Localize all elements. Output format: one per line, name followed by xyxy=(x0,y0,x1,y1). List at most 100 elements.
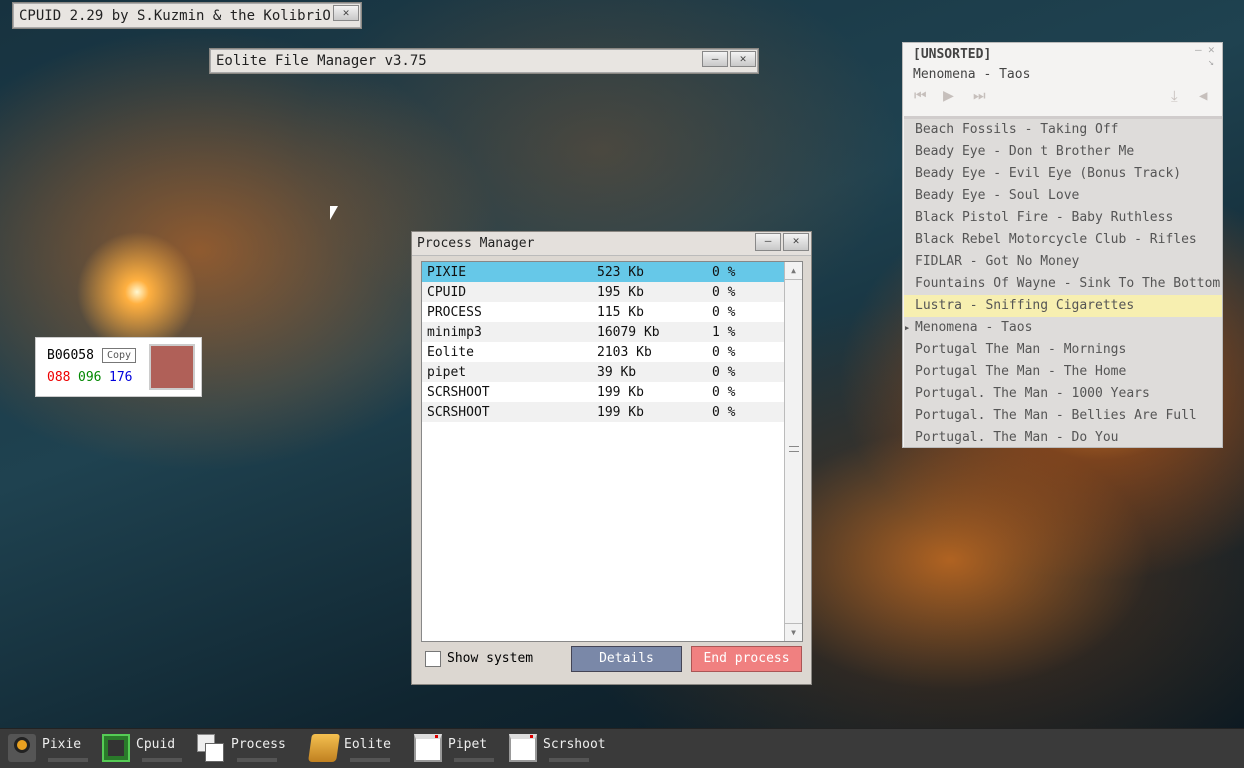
taskbar-item-pixie[interactable]: Pixie xyxy=(8,731,88,765)
track-title: Beady Eye - Don t Brother Me xyxy=(915,144,1135,159)
table-row[interactable]: Eolite 2103 Kb 0 % xyxy=(422,342,784,362)
process-memory: 199 Kb xyxy=(597,404,644,420)
playlist-item[interactable]: Portugal. The Man - 1000 Years xyxy=(904,383,1222,405)
chip-icon xyxy=(102,734,130,762)
process-cpu: 0 % xyxy=(712,284,736,300)
minimize-button[interactable]: – xyxy=(755,233,781,251)
playlist-item[interactable]: Lustra - Sniffing Cigarettes xyxy=(904,295,1222,317)
process-titlebar[interactable]: Process Manager xyxy=(412,232,811,256)
process-memory: 115 Kb xyxy=(597,304,644,320)
cpuid-window[interactable]: CPUID 2.29 by S.Kuzmin & the KolibriO ✕ xyxy=(12,2,362,29)
music-player[interactable]: [UNSORTED] – ✕ ↘ Menomena - Taos ⏮ ▶ ⏭ ⤓… xyxy=(902,42,1223,448)
blue-value: 176 xyxy=(109,370,133,385)
taskbar-indicator xyxy=(237,758,277,762)
taskbar-item-cpuid[interactable]: Cpuid xyxy=(102,731,182,765)
taskbar-indicator xyxy=(48,758,88,762)
minimize-icon[interactable]: – xyxy=(1195,43,1202,56)
taskbar-indicator xyxy=(142,758,182,762)
track-title: FIDLAR - Got No Money xyxy=(915,254,1080,269)
scrollbar[interactable]: ▲ ▼ xyxy=(784,262,802,641)
color-swatch xyxy=(149,344,195,390)
process-memory: 39 Kb xyxy=(597,364,637,380)
minimize-button[interactable]: – xyxy=(702,51,728,67)
playlist-item[interactable]: Portugal. The Man - Bellies Are Full xyxy=(904,405,1222,427)
window-title: Process Manager xyxy=(417,236,535,251)
playlist-item[interactable]: Portugal. The Man - Do You xyxy=(904,427,1222,449)
copy-button[interactable]: Copy xyxy=(102,348,137,363)
now-playing: Menomena - Taos xyxy=(913,67,1031,82)
process-cpu: 0 % xyxy=(712,304,736,320)
eolite-window[interactable]: Eolite File Manager v3.75 – ✕ xyxy=(209,48,759,74)
show-system-checkbox[interactable] xyxy=(425,651,441,667)
table-row[interactable]: PROCESS 115 Kb 0 % xyxy=(422,302,784,322)
playlist-item[interactable]: Fountains Of Wayne - Sink To The Bottom xyxy=(904,273,1222,295)
process-memory: 523 Kb xyxy=(597,264,644,280)
resize-icon[interactable]: ↘ xyxy=(1208,57,1214,68)
playlist-name: [UNSORTED] xyxy=(913,47,992,62)
next-icon[interactable]: ⏭ xyxy=(973,88,986,104)
process-name: CPUID xyxy=(427,284,467,300)
taskbar-item-scrshoot[interactable]: Scrshoot xyxy=(509,731,606,765)
eolite-titlebar[interactable]: Eolite File Manager v3.75 xyxy=(210,49,758,73)
playlist-item[interactable]: Beady Eye - Don t Brother Me xyxy=(904,141,1222,163)
playlist-item[interactable]: Black Rebel Motorcycle Club - Rifles xyxy=(904,229,1222,251)
process-manager-window[interactable]: Process Manager – ✕ PIXIE 523 Kb 0 % CPUID 1… xyxy=(411,231,812,685)
track-title: Fountains Of Wayne - Sink To The Bottom xyxy=(915,276,1221,291)
scroll-down-button[interactable]: ▼ xyxy=(785,623,802,641)
speaker-icon xyxy=(8,734,36,762)
playlist-item[interactable]: Beach Fossils - Taking Off xyxy=(904,119,1222,141)
process-name: PROCESS xyxy=(427,304,482,320)
volume-icon[interactable]: ◀ xyxy=(1199,88,1207,104)
scroll-grip-icon[interactable] xyxy=(789,446,799,452)
taskbar-indicator xyxy=(350,758,390,762)
track-title: Menomena - Taos xyxy=(915,320,1033,335)
taskbar-item-process[interactable]: Process xyxy=(197,731,286,765)
process-memory: 2103 Kb xyxy=(597,344,652,360)
process-memory: 195 Kb xyxy=(597,284,644,300)
close-icon[interactable]: ✕ xyxy=(1208,43,1215,56)
table-row[interactable]: CPUID 195 Kb 0 % xyxy=(422,282,784,302)
taskbar-item-pipet[interactable]: Pipet xyxy=(414,731,494,765)
process-cpu: 1 % xyxy=(712,324,736,340)
playlist-item[interactable]: Black Pistol Fire - Baby Ruthless xyxy=(904,207,1222,229)
track-title: Black Pistol Fire - Baby Ruthless xyxy=(915,210,1174,225)
close-button[interactable]: ✕ xyxy=(783,233,809,251)
scroll-up-button[interactable]: ▲ xyxy=(785,262,802,280)
taskbar-label: Eolite xyxy=(344,736,391,752)
track-title: Portugal. The Man - Bellies Are Full xyxy=(915,408,1197,423)
close-button[interactable]: ✕ xyxy=(730,51,756,67)
end-process-button[interactable]: End process xyxy=(691,646,802,672)
taskbar-item-eolite[interactable]: Eolite xyxy=(308,731,391,765)
process-cpu: 0 % xyxy=(712,264,736,280)
playlist-item[interactable]: Beady Eye - Evil Eye (Bonus Track) xyxy=(904,163,1222,185)
taskbar-label: Pixie xyxy=(42,736,82,752)
folder-icon xyxy=(308,734,340,762)
details-label: Details xyxy=(599,651,654,666)
track-title: Portugal The Man - The Home xyxy=(915,364,1127,379)
playlist-item[interactable]: Beady Eye - Soul Love xyxy=(904,185,1222,207)
playlist-item[interactable]: Portugal The Man - Mornings xyxy=(904,339,1222,361)
taskbar-label: Pipet xyxy=(448,736,488,752)
mouse-cursor-icon xyxy=(330,206,338,220)
green-value: 096 xyxy=(78,370,102,385)
playlist-item[interactable]: FIDLAR - Got No Money xyxy=(904,251,1222,273)
previous-icon[interactable]: ⏮ xyxy=(914,88,927,104)
table-row[interactable]: SCRSHOOT 199 Kb 0 % xyxy=(422,382,784,402)
table-row[interactable]: minimp3 16079 Kb 1 % xyxy=(422,322,784,342)
playlist-item[interactable]: ▶ Menomena - Taos xyxy=(904,317,1222,339)
details-button[interactable]: Details xyxy=(571,646,682,672)
download-icon[interactable]: ⤓ xyxy=(1171,87,1178,105)
table-row[interactable]: PIXIE 523 Kb 0 % xyxy=(422,262,784,282)
taskbar-indicator xyxy=(549,758,589,762)
table-row[interactable]: SCRSHOOT 199 Kb 0 % xyxy=(422,402,784,422)
playlist[interactable]: Beach Fossils - Taking Off Beady Eye - Do… xyxy=(904,116,1222,447)
end-process-label: End process xyxy=(703,651,790,666)
color-picker-widget: B06058 Copy 088 096 176 xyxy=(35,337,202,397)
cpuid-titlebar[interactable]: CPUID 2.29 by S.Kuzmin & the KolibriO xyxy=(13,3,361,28)
play-icon[interactable]: ▶ xyxy=(943,85,954,106)
playlist-item[interactable]: Portugal The Man - The Home xyxy=(904,361,1222,383)
process-list[interactable]: PIXIE 523 Kb 0 % CPUID 195 Kb 0 % PROCESS 115 K… xyxy=(421,261,803,642)
close-button[interactable]: ✕ xyxy=(333,5,359,21)
red-value: 088 xyxy=(47,370,71,385)
table-row[interactable]: pipet 39 Kb 0 % xyxy=(422,362,784,382)
